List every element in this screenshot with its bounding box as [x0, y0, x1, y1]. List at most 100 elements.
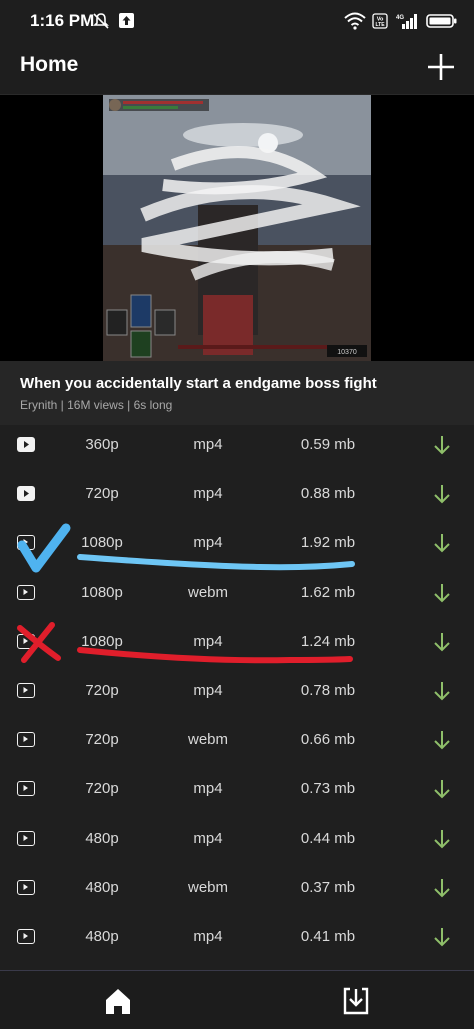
svg-text:LTE: LTE [375, 22, 385, 28]
volte-icon: Vo LTE [372, 12, 388, 35]
download-arrow-icon [434, 681, 450, 701]
format-size: 0.78 mb [300, 681, 356, 699]
format-size: 0.88 mb [300, 485, 356, 503]
format-resolution: 1080p [81, 632, 123, 650]
upload-icon [118, 12, 135, 35]
format-row[interactable]: 720p mp4 0.88 mb [0, 470, 474, 519]
download-button[interactable] [431, 630, 453, 654]
format-size: 0.44 mb [300, 829, 356, 847]
video-file-icon [17, 437, 35, 452]
format-container: mp4 [193, 436, 223, 453]
format-row[interactable]: 480p mp4 0.41 mb [0, 913, 474, 962]
bottom-nav [0, 970, 474, 1029]
add-button[interactable] [422, 48, 460, 86]
format-size: 1.92 mb [300, 534, 356, 552]
format-resolution: 1080p [81, 534, 123, 552]
format-list: 360p mp4 0.59 mb 720p mp4 0.88 mb 1080p … [0, 421, 474, 962]
format-container: mp4 [193, 829, 223, 847]
format-resolution: 1080p [81, 583, 123, 601]
video-thumbnail[interactable]: 10370 [103, 95, 371, 361]
format-resolution: 720p [85, 681, 119, 699]
video-file-icon [17, 584, 35, 600]
thumbnail-scene: 10370 [103, 95, 371, 361]
download-arrow-icon [434, 632, 450, 652]
format-container: webm [187, 731, 228, 749]
format-container: mp4 [193, 927, 223, 945]
format-row[interactable]: 720p mp4 0.78 mb [0, 667, 474, 716]
video-file-icon [17, 830, 35, 846]
page-title: Home [20, 53, 79, 76]
download-button[interactable] [431, 581, 453, 605]
thumbnail-hud-text: 10370 [337, 349, 357, 356]
mute-icon [92, 12, 110, 35]
4g-signal-icon: 4G [394, 12, 420, 35]
svg-text:4G: 4G [396, 15, 404, 21]
download-arrow-icon [434, 583, 450, 602]
format-container: mp4 [193, 780, 223, 798]
status-bar: 1:16 PM Vo LTE 4G [0, 0, 474, 42]
video-file-icon [17, 879, 35, 895]
format-resolution: 480p [85, 829, 119, 847]
format-row[interactable]: 1080p mp4 1.24 mb [0, 618, 474, 667]
downloads-icon [343, 987, 369, 1015]
format-resolution: 360p [85, 436, 119, 453]
download-arrow-icon [434, 829, 450, 848]
download-button[interactable] [431, 827, 453, 851]
wifi-icon [344, 12, 366, 35]
video-player[interactable]: 10370 [0, 95, 474, 361]
format-size: 0.66 mb [300, 731, 356, 749]
format-row[interactable]: 1080p mp4 1.92 mb [0, 519, 474, 568]
video-title: When you accidentally start a endgame bo… [20, 375, 377, 392]
download-button[interactable] [431, 482, 453, 506]
video-file-icon [17, 486, 35, 502]
download-button[interactable] [431, 777, 453, 801]
video-file-icon [17, 928, 35, 944]
format-row[interactable]: 720p mp4 0.73 mb [0, 765, 474, 814]
format-resolution: 480p [85, 878, 119, 896]
download-button[interactable] [431, 531, 453, 555]
home-icon [106, 989, 130, 1014]
plus-icon [428, 54, 454, 80]
format-row[interactable]: 720p webm 0.66 mb [0, 716, 474, 765]
nav-home[interactable] [102, 985, 134, 1017]
video-info-card: When you accidentally start a endgame bo… [0, 361, 474, 425]
video-file-icon [17, 732, 35, 748]
download-button[interactable] [431, 679, 453, 703]
video-file-icon [17, 633, 35, 649]
download-button[interactable] [431, 728, 453, 752]
format-size: 1.62 mb [300, 583, 356, 601]
format-row[interactable]: 1080p webm 1.62 mb [0, 569, 474, 618]
format-container: webm [187, 878, 228, 896]
download-arrow-icon [434, 485, 450, 504]
download-arrow-icon [434, 927, 450, 947]
video-file-icon [17, 535, 35, 551]
download-button[interactable] [431, 925, 453, 949]
format-container: mp4 [193, 632, 223, 650]
download-arrow-icon [434, 780, 450, 799]
format-row[interactable]: 480p webm 0.37 mb [0, 864, 474, 913]
format-resolution: 720p [85, 731, 119, 749]
download-button[interactable] [431, 876, 453, 900]
video-file-icon [17, 682, 35, 698]
format-size: 0.41 mb [300, 927, 356, 945]
battery-icon [426, 12, 458, 35]
status-system-icons: Vo LTE 4G [344, 12, 458, 35]
format-container: webm [187, 583, 228, 601]
download-arrow-icon [434, 436, 450, 455]
format-container: mp4 [193, 534, 223, 552]
download-arrow-icon [434, 878, 450, 898]
status-notification-icons [92, 12, 135, 35]
format-size: 0.73 mb [300, 780, 356, 798]
format-size: 0.59 mb [300, 436, 356, 453]
format-container: mp4 [193, 485, 223, 503]
video-meta: Erynith | 16M views | 6s long [20, 398, 173, 412]
format-row[interactable]: 360p mp4 0.59 mb [0, 421, 474, 470]
format-resolution: 720p [85, 780, 119, 798]
nav-downloads[interactable] [340, 985, 372, 1017]
format-size: 1.24 mb [300, 632, 356, 650]
download-button[interactable] [431, 433, 453, 457]
format-row[interactable]: 480p mp4 0.44 mb [0, 815, 474, 864]
format-size: 0.37 mb [300, 878, 356, 896]
format-container: mp4 [193, 681, 223, 699]
status-time: 1:16 PM [30, 11, 95, 30]
